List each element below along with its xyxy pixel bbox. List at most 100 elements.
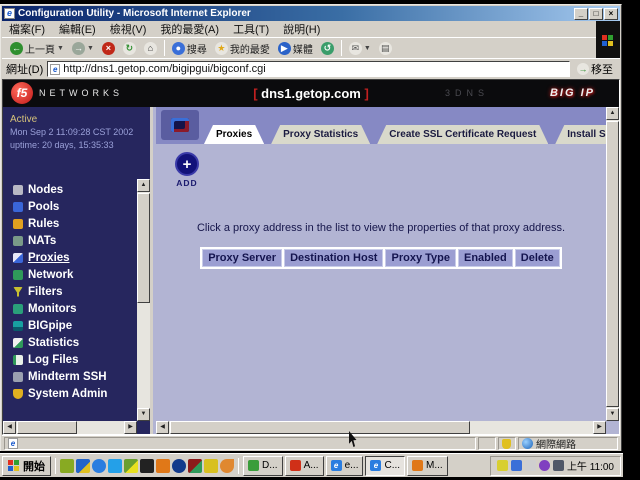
menu-edit[interactable]: 編輯(E)	[52, 21, 103, 37]
media-button[interactable]: ▶ 媒體	[274, 40, 317, 57]
tray-4-icon[interactable]	[539, 460, 550, 471]
tab-create-ssl-certificate-request[interactable]: Create SSL Certificate Request	[377, 125, 548, 144]
column-header-proxy-server[interactable]: Proxy Server	[202, 249, 282, 267]
menu-view[interactable]: 檢視(V)	[103, 21, 154, 37]
maximize-button[interactable]: □	[589, 8, 603, 20]
start-button[interactable]: 開始	[2, 456, 51, 476]
quicklaunch-4-icon[interactable]	[108, 459, 122, 473]
mail-dropdown-icon[interactable]: ▼	[364, 45, 371, 52]
menu-help[interactable]: 說明(H)	[276, 21, 327, 37]
sidebar-item-rules[interactable]: Rules	[13, 215, 134, 232]
quicklaunch-5-icon[interactable]	[124, 459, 138, 473]
sidebar-vertical-scrollbar[interactable]: ▲ ▼	[137, 179, 150, 421]
quicklaunch-11-icon[interactable]	[220, 459, 234, 473]
task-button-2[interactable]: A...	[285, 456, 324, 476]
search-button[interactable]: ● 搜尋	[168, 40, 211, 57]
tray-2-icon[interactable]	[511, 460, 522, 471]
quicklaunch-2-icon[interactable]	[76, 459, 90, 473]
mail-button[interactable]: ✉ ▼	[345, 41, 375, 56]
tab-proxy-statistics[interactable]: Proxy Statistics	[271, 125, 370, 144]
sidebar-hscroll-thumb[interactable]	[17, 421, 77, 434]
tray-1-icon[interactable]	[497, 460, 508, 471]
scroll-down-icon[interactable]: ▼	[137, 408, 150, 421]
bigpipe-icon	[13, 321, 23, 331]
add-proxy-control[interactable]: + ADD	[172, 152, 202, 188]
menu-bar: 檔案(F) 編輯(E) 檢視(V) 我的最愛(A) 工具(T) 說明(H)	[2, 21, 596, 37]
title-bar[interactable]: e Configuration Utility - Microsoft Inte…	[2, 6, 620, 21]
scroll-up-icon[interactable]: ▲	[137, 179, 150, 192]
sidebar-scroll-thumb[interactable]	[137, 193, 150, 303]
main-horizontal-scrollbar[interactable]: ◀ ▶	[156, 421, 606, 434]
go-button[interactable]: → 移至	[574, 61, 616, 77]
column-header-destination-host[interactable]: Destination Host	[284, 249, 383, 267]
task-button-5[interactable]: M...	[407, 456, 448, 476]
task-button-3[interactable]: ee...	[326, 456, 364, 476]
scroll-right-icon[interactable]: ▶	[124, 421, 137, 434]
sidebar-item-mindterm-ssh[interactable]: Mindterm SSH	[13, 368, 134, 385]
quicklaunch-7-icon[interactable]	[156, 459, 170, 473]
scroll-up-icon[interactable]: ▲	[606, 107, 619, 120]
menu-file[interactable]: 檔案(F)	[2, 21, 52, 37]
url-input[interactable]	[63, 63, 567, 75]
home-icon: ⌂	[144, 42, 157, 55]
tray-5-icon[interactable]	[553, 460, 564, 471]
tabs: Proxies Proxy Statistics Create SSL Cert…	[204, 125, 606, 144]
quicklaunch-1-icon[interactable]	[60, 459, 74, 473]
print-icon: ▤	[379, 42, 392, 55]
home-button[interactable]: ⌂	[140, 41, 161, 56]
sidebar-item-system-admin[interactable]: System Admin	[13, 385, 134, 402]
sidebar-item-nodes[interactable]: Nodes	[13, 181, 134, 198]
scroll-right-icon[interactable]: ▶	[593, 421, 606, 434]
refresh-button[interactable]: ↻	[119, 41, 140, 56]
tab-install-ssl-certificate[interactable]: Install SSL Certif	[555, 125, 606, 144]
column-header-enabled[interactable]: Enabled	[458, 249, 513, 267]
add-plus-icon[interactable]: +	[175, 152, 199, 176]
sidebar-horizontal-scrollbar[interactable]: ◀ ▶	[3, 421, 137, 434]
sidebar-item-nats[interactable]: NATs	[13, 232, 134, 249]
url-box[interactable]: e	[47, 61, 570, 77]
menu-tools[interactable]: 工具(T)	[226, 21, 276, 37]
sidebar-item-bigpipe[interactable]: BIGpipe	[13, 317, 134, 334]
quicklaunch-3-icon[interactable]	[92, 459, 106, 473]
sidebar-item-proxies[interactable]: Proxies	[13, 249, 134, 266]
quicklaunch-6-icon[interactable]	[140, 459, 154, 473]
forward-button[interactable]: → ▼	[68, 41, 98, 56]
menu-favorites[interactable]: 我的最愛(A)	[153, 21, 226, 37]
ie-page-icon: e	[8, 438, 18, 449]
scroll-left-icon[interactable]: ◀	[156, 421, 169, 434]
task-button-configuration-utility[interactable]: eC...	[365, 456, 405, 476]
column-header-delete[interactable]: Delete	[515, 249, 560, 267]
back-dropdown-icon[interactable]: ▼	[57, 45, 64, 52]
print-button[interactable]: ▤	[375, 41, 396, 56]
scroll-down-icon[interactable]: ▼	[606, 408, 619, 421]
minimize-button[interactable]: _	[574, 8, 588, 20]
tray-3-icon[interactable]	[525, 460, 536, 471]
quicklaunch-10-icon[interactable]	[204, 459, 218, 473]
back-button[interactable]: ← 上一頁 ▼	[6, 40, 68, 57]
column-header-proxy-type[interactable]: Proxy Type	[385, 249, 456, 267]
network-map-icon[interactable]	[161, 110, 199, 140]
tab-proxies[interactable]: Proxies	[204, 125, 264, 144]
scroll-left-icon[interactable]: ◀	[3, 421, 16, 434]
sidebar-item-network[interactable]: Network	[13, 266, 134, 283]
sidebar-item-filters[interactable]: Filters	[13, 283, 134, 300]
sidebar-item-statistics[interactable]: Statistics	[13, 334, 134, 351]
sidebar-item-monitors[interactable]: Monitors	[13, 300, 134, 317]
history-button[interactable]: ↺	[317, 41, 338, 56]
task-button-1[interactable]: D...	[243, 456, 283, 476]
taskbar-clock[interactable]: 上午 11:00	[567, 458, 614, 473]
quicklaunch-9-icon[interactable]	[188, 459, 202, 473]
history-icon: ↺	[321, 42, 334, 55]
main-scroll-thumb[interactable]	[606, 121, 619, 407]
close-button[interactable]: ×	[604, 8, 618, 20]
sidebar-item-log-files[interactable]: Log Files	[13, 351, 134, 368]
stop-button[interactable]: ×	[98, 41, 119, 56]
forward-dropdown-icon[interactable]: ▼	[87, 45, 94, 52]
windows-taskbar: 開始 D... A... ee... eC... M... 上午 11:00	[0, 453, 623, 477]
video-frame: e Configuration Utility - Microsoft Inte…	[0, 0, 640, 480]
quicklaunch-8-icon[interactable]	[172, 459, 186, 473]
sidebar-item-pools[interactable]: Pools	[13, 198, 134, 215]
main-vertical-scrollbar[interactable]: ▲ ▼	[606, 107, 619, 421]
main-hscroll-thumb[interactable]	[170, 421, 470, 434]
favorites-button[interactable]: ★ 我的最愛	[211, 40, 274, 57]
